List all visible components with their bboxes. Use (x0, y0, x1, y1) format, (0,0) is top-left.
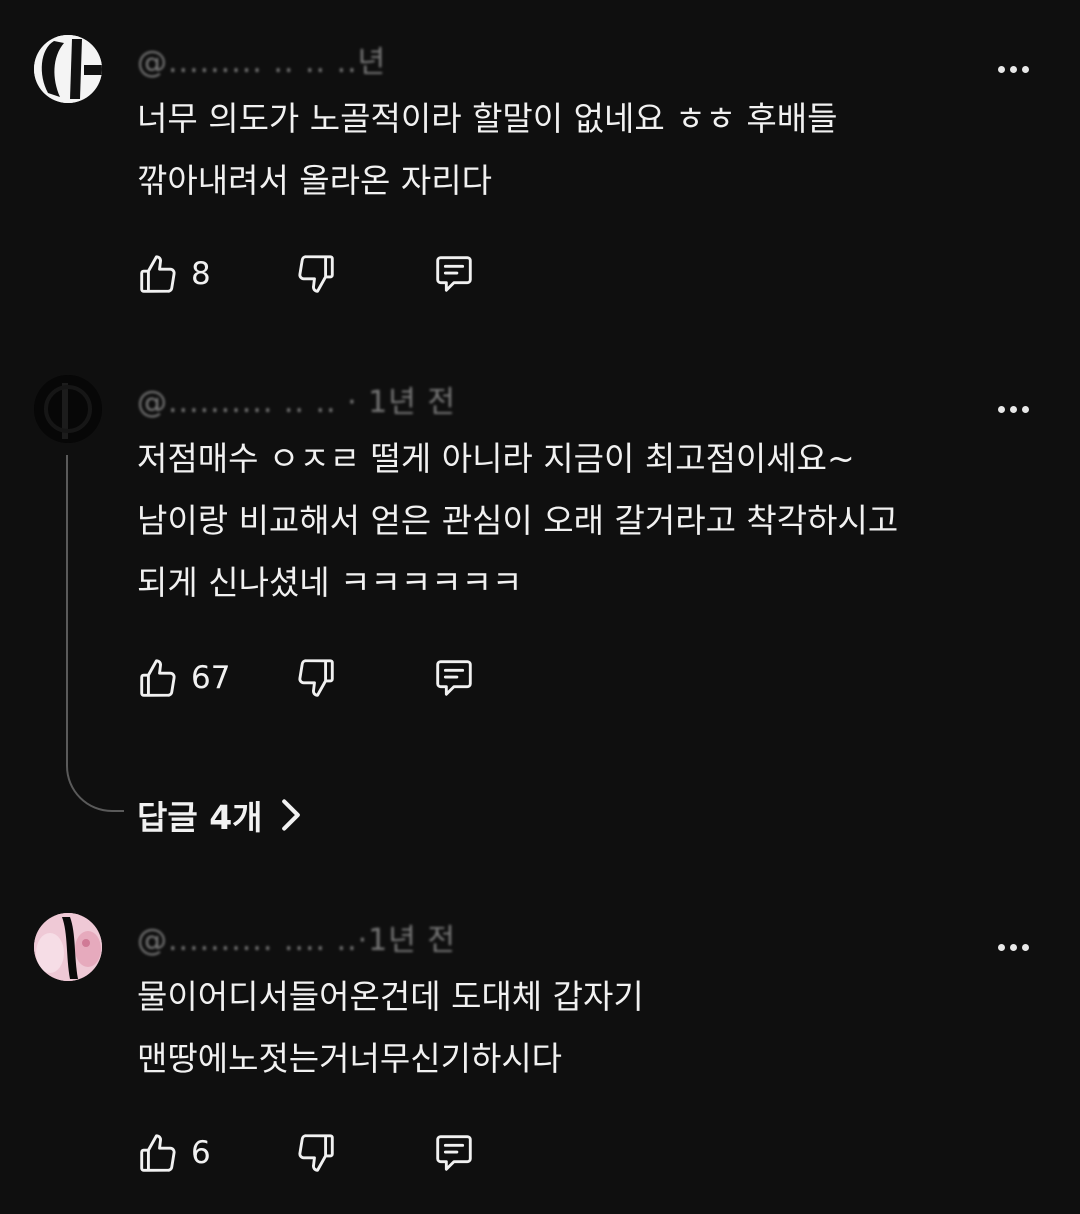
thumb-up-icon (140, 255, 176, 293)
like-button[interactable]: 6 (135, 1127, 211, 1179)
avatar[interactable] (34, 913, 102, 981)
reply-icon (436, 1135, 472, 1171)
comment-author[interactable]: @.......... .... ..·1년 전 (137, 924, 456, 958)
thread-connector (66, 455, 124, 812)
dislike-button[interactable] (293, 1127, 339, 1179)
reply-button[interactable] (431, 248, 477, 300)
comment-line: 남이랑 비교해서 얻은 관심이 오래 갈거라고 착각하시고 (137, 501, 899, 540)
comment-author[interactable]: @.......... .. .. · 1년 전 (137, 386, 456, 420)
comment-author[interactable]: @......... .. .. ..년 (137, 46, 386, 80)
reply-icon (436, 256, 472, 292)
chevron-right-icon (281, 799, 300, 831)
thumb-down-icon (298, 1134, 334, 1172)
more-options-button[interactable] (988, 935, 1038, 959)
reply-button[interactable] (431, 652, 477, 704)
replies-label: 답글 4개 (137, 798, 263, 837)
view-replies-button[interactable]: 답글 4개 (137, 790, 305, 840)
more-options-button[interactable] (988, 397, 1038, 421)
comment-line: 깎아내려서 올라온 자리다 (137, 161, 492, 200)
comment-line: 저점매수 ㅇㅈㄹ 떨게 아니라 지금이 최고점이세요~ (137, 439, 855, 478)
dislike-button[interactable] (293, 248, 339, 300)
like-count: 6 (191, 1135, 211, 1171)
avatar[interactable] (34, 35, 102, 103)
comment-line: 너무 의도가 노골적이라 할말이 없네요 ㅎㅎ 후배들 (137, 99, 838, 138)
like-button[interactable]: 67 (135, 652, 230, 704)
comment-text: 저점매수 ㅇㅈㄹ 떨게 아니라 지금이 최고점이세요~ 남이랑 비교해서 얻은 … (137, 428, 1017, 614)
like-count: 67 (191, 660, 231, 696)
like-button[interactable]: 8 (135, 248, 211, 300)
more-vert-icon (997, 405, 1005, 413)
dislike-button[interactable] (293, 652, 339, 704)
thumb-down-icon (298, 659, 334, 697)
reply-button[interactable] (431, 1127, 477, 1179)
comment-line: 되게 신나셨네 ㅋㅋㅋㅋㅋㅋ (137, 563, 523, 602)
like-count: 8 (191, 256, 211, 292)
comment-text: 너무 의도가 노골적이라 할말이 없네요 ㅎㅎ 후배들 깎아내려서 올라온 자리… (137, 88, 1017, 212)
more-options-button[interactable] (988, 57, 1038, 81)
thumb-up-icon (140, 659, 176, 697)
more-vert-icon (997, 943, 1005, 951)
thumb-down-icon (298, 255, 334, 293)
thumb-up-icon (140, 1134, 176, 1172)
comment-line: 맨땅에노젓는거너무신기하시다 (137, 1039, 563, 1078)
avatar[interactable] (34, 375, 102, 443)
reply-icon (436, 660, 472, 696)
comment-text: 물이어디서들어온건데 도대체 갑자기 맨땅에노젓는거너무신기하시다 (137, 966, 1017, 1090)
more-vert-icon (997, 65, 1005, 73)
comment-line: 물이어디서들어온건데 도대체 갑자기 (137, 977, 644, 1016)
